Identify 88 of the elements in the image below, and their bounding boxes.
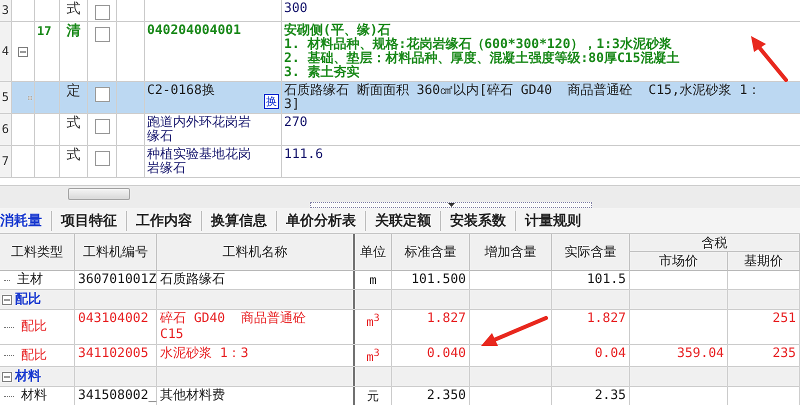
material-code: 341102005 <box>78 346 148 362</box>
checkbox[interactable] <box>94 27 110 42</box>
standard-quantity: 1.827 <box>426 311 466 327</box>
tab[interactable]: 安装系数 <box>441 210 516 230</box>
unit: m$^{3}$ <box>366 312 380 330</box>
base-price: 251 <box>772 311 796 327</box>
tab[interactable]: 消耗量 <box>0 210 52 230</box>
item-name-line: 1. 材料品种、规格:花岗岩缘石（600*300*120），1:3水泥砂浆 <box>284 38 672 52</box>
base-price: 235 <box>772 346 796 362</box>
annotation-arrow <box>751 36 788 82</box>
tab[interactable]: 关联定额 <box>366 210 441 230</box>
material-code: 043104002 <box>78 311 148 327</box>
tab[interactable]: 工作内容 <box>127 210 202 230</box>
collapse-icon[interactable] <box>18 47 28 57</box>
material-code: 360701001Z <box>78 272 156 288</box>
row-number: 6 <box>0 114 12 145</box>
row-number: 7 <box>0 146 12 177</box>
annotation-arrow <box>481 316 548 346</box>
tab[interactable]: 单价分析表 <box>277 210 366 230</box>
actual-quantity: 2.35 <box>594 388 626 404</box>
group-label[interactable]: 配比 <box>15 292 41 308</box>
column-header: 基期价 <box>728 252 800 270</box>
level-number: 17 <box>37 24 52 38</box>
unit: 元 <box>367 388 379 404</box>
item-name-line: 石质路缘石 断面面积 360㎠以内[碎石 GD40 商品普通砼 C15,水泥砂浆 1： <box>284 84 762 98</box>
material-code: 341508002_ <box>78 388 156 404</box>
row-number: 3 <box>0 0 12 21</box>
material-type: 主材 <box>17 272 43 288</box>
row-type: 式 <box>66 116 80 133</box>
row-type: 式 <box>66 148 80 165</box>
item-code: C2-0168换 <box>147 84 215 100</box>
checkbox[interactable] <box>94 151 110 166</box>
standard-quantity: 2.350 <box>426 388 466 404</box>
checkbox[interactable] <box>94 119 110 134</box>
column-header: 标准含量 <box>392 234 470 270</box>
item-name-line: 3. 素土夯实 <box>284 66 360 80</box>
actual-quantity: 0.04 <box>594 346 626 362</box>
quantity-expression: 300 <box>284 2 308 16</box>
column-header: 实际含量 <box>552 234 630 270</box>
converted-badge: 换 <box>264 94 279 109</box>
unit: m$^{3}$ <box>366 347 380 365</box>
grid-row[interactable]: 6 式 跑道内外环花岗岩缘石 270 <box>0 114 800 146</box>
item-name-line: 3] <box>284 98 301 112</box>
row-number: 4 <box>0 22 12 81</box>
group-label[interactable]: 材料 <box>15 368 41 384</box>
actual-quantity: 1.827 <box>586 311 626 327</box>
scrollbar-thumb[interactable] <box>68 188 130 200</box>
unit: m <box>369 272 377 288</box>
item-name-line: 安砌侧(平、缘)石 <box>284 24 391 38</box>
row-type: 定 <box>66 84 80 101</box>
standard-quantity: 0.040 <box>426 346 466 362</box>
splitter-handle[interactable] <box>310 202 592 208</box>
collapse-icon[interactable] <box>2 372 12 382</box>
tab[interactable]: 换算信息 <box>202 210 277 230</box>
quantity-expression: 111.6 <box>284 148 324 162</box>
quantity-expression: 270 <box>284 116 308 130</box>
column-header: 工料机编号 <box>75 234 157 270</box>
column-header: 增加含量 <box>470 234 552 270</box>
market-price: 359.04 <box>677 346 724 362</box>
tab[interactable]: 计量规则 <box>516 210 590 230</box>
column-group-header: 含税 <box>630 234 800 252</box>
material-name: 其他材料费 <box>160 388 225 404</box>
item-description: 跑道内外环花岗岩缘石 <box>147 116 252 144</box>
material-type: 材料 <box>21 388 47 404</box>
material-type: 配比 <box>21 319 47 335</box>
item-description: 种植实验基地花岗岩缘石 <box>147 148 252 176</box>
item-code: 040204004001 <box>147 24 241 40</box>
material-name: 水泥砂浆 1：3 <box>160 346 248 362</box>
column-header: 工料机名称 <box>157 234 355 270</box>
grid-row[interactable]: 7 式 种植实验基地花岗岩缘石 111.6 <box>0 146 800 178</box>
column-header: 市场价 <box>630 252 728 270</box>
column-header: 工料类型 <box>0 234 75 270</box>
row-type: 式 <box>66 2 80 19</box>
grid-row[interactable]: 5 定 C2-0168换 换 石质路缘石 断面面积 360㎠以内[碎石 GD40 商品普通砼 C15,水泥砂浆 1： 3] <box>0 82 800 114</box>
item-name-line: 2. 基础、垫层：材料品种、厚度、混凝土强度等级:80厚C15混凝土 <box>284 52 680 66</box>
tab[interactable]: 项目特征 <box>52 210 127 230</box>
grid-row[interactable]: 3 式 300 <box>0 0 800 22</box>
row-number: 5 <box>0 82 12 113</box>
collapse-icon[interactable] <box>2 294 12 304</box>
checkbox[interactable] <box>94 5 110 20</box>
material-name: 石质路缘石 <box>160 272 225 288</box>
actual-quantity: 101.5 <box>586 272 626 288</box>
material-type: 配比 <box>21 348 47 364</box>
checkbox[interactable] <box>94 87 110 102</box>
column-header: 单位 <box>355 234 392 270</box>
material-name: 碎石 GD40 商品普通砼 C15 <box>160 311 307 343</box>
row-type: 清 <box>66 24 80 41</box>
standard-quantity: 101.500 <box>411 272 466 288</box>
